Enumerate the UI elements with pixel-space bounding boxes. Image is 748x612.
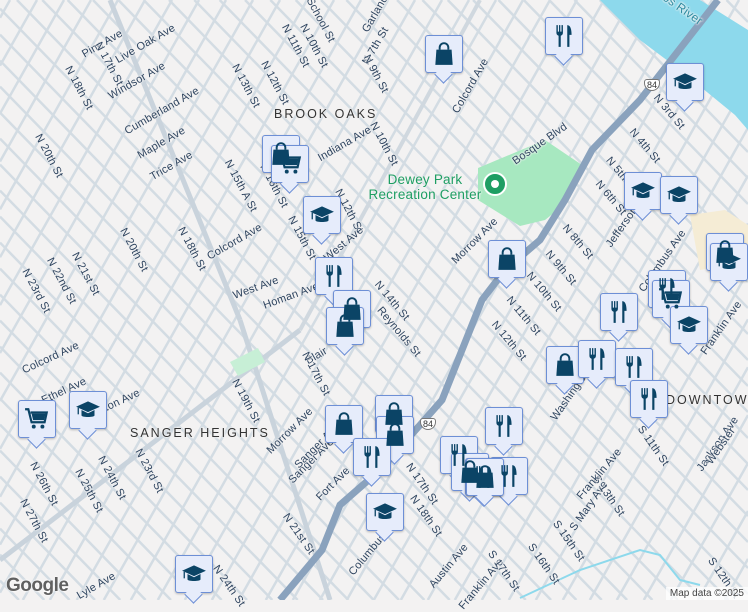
education-icon [677, 316, 701, 333]
restaurant-icon [501, 465, 517, 487]
education-icon [182, 565, 206, 582]
restaurant-marker[interactable] [600, 293, 638, 331]
education-marker[interactable] [666, 63, 704, 101]
restaurant-icon [611, 301, 627, 323]
education-icon [673, 73, 697, 90]
education-marker[interactable] [69, 391, 107, 429]
restaurant-marker[interactable] [578, 340, 616, 378]
street [0, 0, 255, 450]
restaurant-icon [641, 388, 657, 410]
restaurant-icon [556, 25, 572, 47]
shopping-icon [386, 423, 404, 446]
shopping-icon [476, 465, 494, 488]
restaurant-marker[interactable] [485, 407, 523, 445]
education-marker[interactable] [366, 493, 404, 531]
map-attribution[interactable]: Map data ©2025 [665, 587, 748, 600]
education-icon [717, 253, 741, 270]
education-icon [667, 186, 691, 203]
shopping-icon [336, 314, 354, 337]
education-marker[interactable] [660, 176, 698, 214]
shopping-marker[interactable] [488, 240, 526, 278]
neighborhood-sanger-heights: SANGER HEIGHTS [130, 426, 270, 440]
park-pin-icon[interactable] [483, 172, 507, 196]
education-marker[interactable] [624, 172, 662, 210]
poi-dewey-park[interactable]: Dewey Park Recreation Center [365, 172, 485, 202]
grocery-marker[interactable] [271, 145, 309, 183]
shopping-icon [435, 42, 453, 65]
grocery-icon [278, 153, 302, 174]
education-marker[interactable] [710, 243, 748, 281]
restaurant-icon [626, 356, 642, 378]
education-marker[interactable] [670, 306, 708, 344]
restaurant-marker[interactable] [545, 17, 583, 55]
shopping-icon [335, 412, 353, 435]
shopping-icon [498, 247, 516, 270]
restaurant-icon [364, 446, 380, 468]
education-icon [373, 503, 397, 520]
street [642, 414, 748, 600]
neighborhood-downtown: DOWNTOWN [666, 393, 748, 407]
restaurant-icon [496, 415, 512, 437]
grocery-icon [25, 408, 49, 429]
neighborhood-brook-oaks: BROOK OAKS [274, 107, 378, 121]
google-logo: Google [6, 575, 69, 596]
education-marker[interactable] [175, 555, 213, 593]
shopping-marker[interactable] [425, 35, 463, 73]
restaurant-icon [326, 265, 342, 287]
restaurant-icon [589, 348, 605, 370]
grocery-icon [659, 288, 683, 309]
restaurant-marker[interactable] [630, 380, 668, 418]
education-marker[interactable] [303, 196, 341, 234]
grocery-marker[interactable] [18, 400, 56, 438]
shopping-icon [556, 353, 574, 376]
education-icon [310, 206, 334, 223]
education-icon [76, 401, 100, 418]
education-icon [631, 182, 655, 199]
